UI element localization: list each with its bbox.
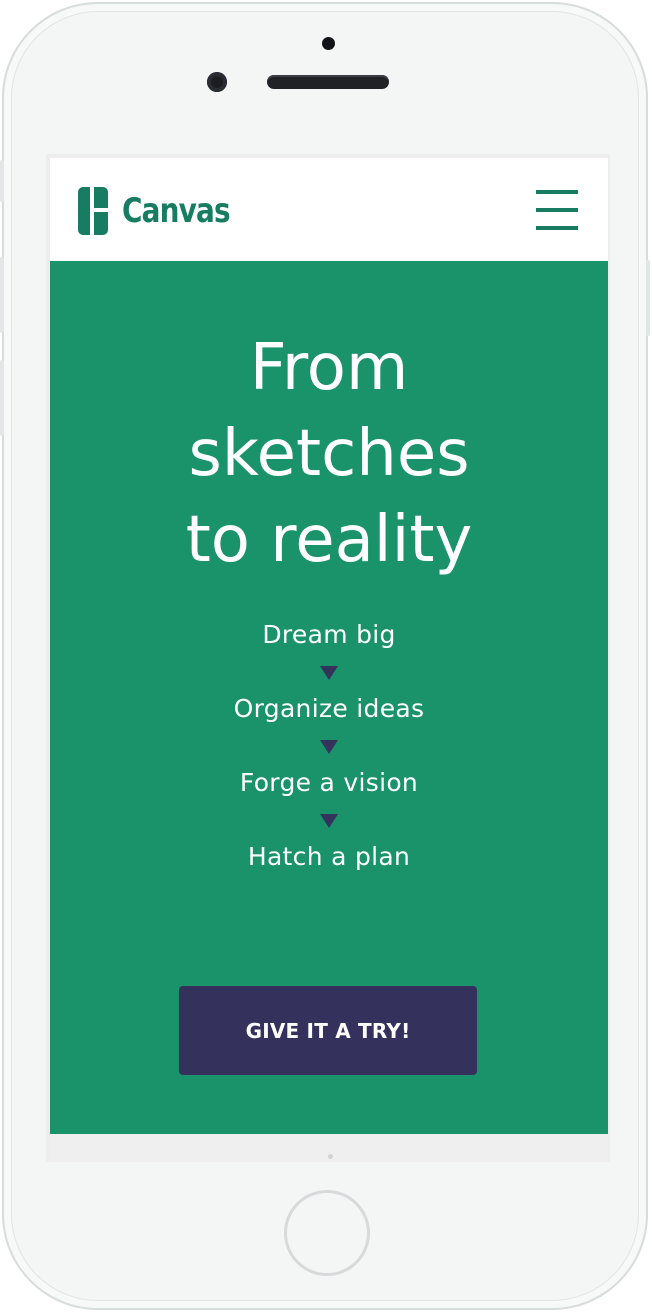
step-organize-ideas: Organize ideas [233,694,425,723]
menu-button[interactable] [534,188,580,232]
hamburger-menu-icon-line-bottom [536,226,578,230]
hero-section: From sketches to reality Dream big Organ… [50,261,608,1134]
front-camera [207,72,227,92]
proximity-sensor [322,37,335,50]
brand-name: Canvas [122,191,231,231]
hamburger-menu-icon-line-top [536,190,578,194]
power-button [646,260,650,336]
volume-up-button [0,257,4,333]
hamburger-menu-icon-line-middle [536,208,578,212]
volume-down-button [0,360,4,436]
headline-line-1: From [249,331,409,405]
site-header: Canvas [50,158,608,261]
headline-line-2: sketches [188,417,470,491]
step-hatch-plan: Hatch a plan [247,842,411,871]
phone-frame: Canvas From sketches to reality Dream bi… [0,2,650,1310]
phone-screen: Canvas From sketches to reality Dream bi… [46,154,610,1162]
earpiece-speaker [267,75,389,89]
brand-logo[interactable]: Canvas [78,186,253,236]
triangle-down-icon [320,740,338,754]
scroll-indicator-dot [328,1154,333,1159]
headline-line-3: to reality [185,503,473,577]
canvas-logo-icon [78,187,108,235]
process-steps: Dream big Organize ideas Forge a vision … [50,617,608,875]
give-it-a-try-button[interactable]: GIVE IT A TRY! [179,986,477,1075]
hero-headline: From sketches to reality [50,325,608,583]
triangle-down-icon [320,814,338,828]
mute-switch [0,160,4,202]
next-section-peek [50,1134,608,1162]
home-button[interactable] [284,1190,370,1276]
step-forge-vision: Forge a vision [239,768,419,797]
step-dream-big: Dream big [262,620,396,649]
triangle-down-icon [320,666,338,680]
